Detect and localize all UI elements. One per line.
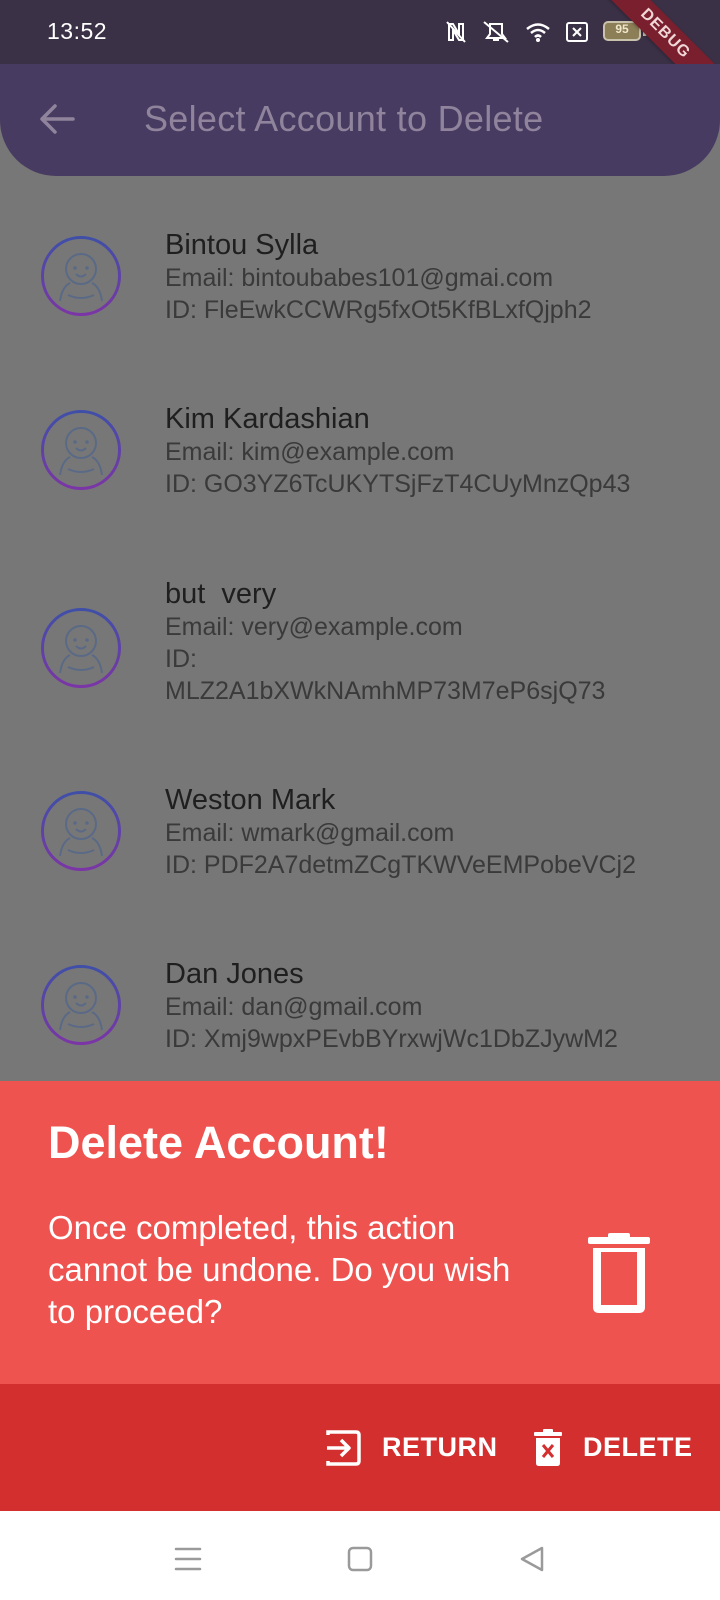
back-nav-button[interactable]	[512, 1539, 552, 1579]
delete-trash-icon	[534, 1428, 562, 1466]
baby-face-icon	[41, 965, 121, 1045]
delete-label: DELETE	[583, 1432, 693, 1462]
account-email: Email: kim@example.com	[165, 438, 455, 466]
avatar	[40, 964, 122, 1046]
return-icon	[326, 1429, 361, 1466]
account-name: but very	[165, 578, 277, 610]
account-id-label: ID:	[165, 645, 197, 673]
delete-account-dialog: Delete Account! Once completed, this act…	[0, 1081, 720, 1384]
account-id: ID: PDF2A7detmZCgTKWVeEMPobeVCj2	[165, 851, 636, 879]
baby-face-icon	[41, 236, 121, 316]
account-id: ID: GO3YZ6TcUKYTSjFzT4CUyMnzQp43	[165, 470, 631, 498]
home-button[interactable]	[340, 1539, 380, 1579]
baby-face-icon	[41, 410, 121, 490]
avatar	[40, 409, 122, 491]
mute-icon	[483, 21, 509, 43]
account-id: ID: Xmj9wpxPEvbBYrxwjWc1DbZJywM2	[165, 1025, 618, 1053]
status-time: 13:52	[47, 18, 108, 44]
avatar	[40, 235, 122, 317]
arrow-left-icon	[40, 104, 75, 134]
status-bar: 13:52 95	[0, 0, 720, 64]
app-bar: Select Account to Delete	[0, 64, 720, 176]
account-email: Email: bintoubabes101@gmai.com	[165, 264, 554, 292]
nfc-icon	[446, 21, 466, 43]
dialog-action-bar: RETURN DELETE	[0, 1384, 720, 1511]
baby-face-icon	[41, 791, 121, 871]
account-name: Bintou Sylla	[165, 229, 319, 261]
account-email: Email: dan@gmail.com	[165, 993, 423, 1021]
page-title: Select Account to Delete	[144, 98, 544, 139]
account-email: Email: very@example.com	[165, 613, 463, 641]
account-id: MLZ2A1bXWkNAmhMP73M7eP6sjQ73	[165, 677, 606, 705]
account-email: Email: wmark@gmail.com	[165, 819, 455, 847]
avatar	[40, 790, 122, 872]
menu-button[interactable]	[168, 1539, 208, 1579]
account-id: ID: FleEwkCCWRg5fxOt5KfBLxfQjph2	[165, 296, 592, 324]
menu-icon	[174, 1547, 202, 1571]
back-button[interactable]	[32, 94, 82, 144]
dialog-message: Once completed, this action cannot be un…	[48, 1209, 511, 1330]
sim-off-icon	[566, 22, 588, 42]
account-name: Kim Kardashian	[165, 403, 370, 435]
baby-face-icon	[41, 608, 121, 688]
dialog-title: Delete Account!	[48, 1117, 389, 1168]
home-icon	[347, 1546, 373, 1572]
return-button[interactable]: RETURN	[324, 1384, 498, 1511]
return-label: RETURN	[382, 1432, 498, 1462]
account-name: Weston Mark	[165, 784, 336, 816]
delete-button[interactable]: DELETE	[533, 1384, 693, 1511]
back-triangle-icon	[520, 1546, 544, 1572]
trash-icon	[586, 1233, 652, 1320]
avatar	[40, 607, 122, 689]
wifi-icon	[526, 23, 550, 42]
account-name: Dan Jones	[165, 958, 304, 990]
system-nav-bar	[0, 1511, 720, 1600]
